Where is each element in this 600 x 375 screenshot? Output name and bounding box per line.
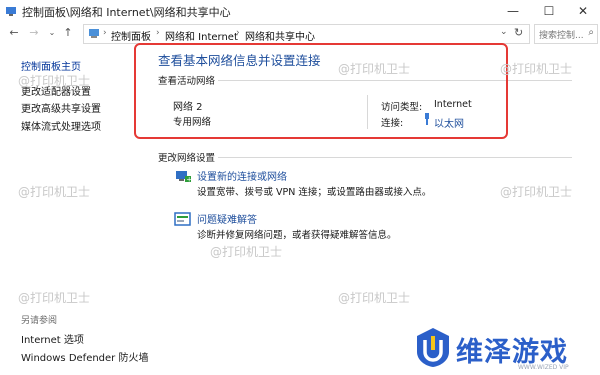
sidebar-item-home[interactable]: 控制面板主页 [21,58,81,73]
svg-text:+: + [186,176,192,184]
change-settings-label: 更改网络设置 [158,153,216,164]
brand-logo-icon [417,328,449,367]
divider [218,157,572,158]
breadcrumb-control-panel[interactable]: 控制面板 [111,28,151,43]
watermark: @打印机卫士 [18,291,91,305]
search-placeholder: 搜索控制... [539,31,584,41]
search-icon: ⌕ [588,27,594,38]
close-button[interactable]: ✕ [566,0,600,22]
watermark: @打印机卫士 [18,185,91,199]
watermark: @打印机卫士 [18,74,91,88]
brand-url: WWW.WIZED VIP [518,364,569,371]
troubleshoot-icon [174,212,191,226]
network-center-icon [6,7,16,16]
logo-overlay: 维泽游戏 WWW.WIZED VIP [410,322,600,375]
sidebar-item-streaming[interactable]: 媒体流式处理选项 [21,118,101,133]
watermark: @打印机卫士 [210,245,283,259]
watermark: @打印机卫士 [500,185,573,199]
troubleshoot-link[interactable]: 问题疑难解答 [197,211,257,226]
breadcrumb-network-internet[interactable]: 网络和 Internet [165,28,238,43]
forward-arrow-icon[interactable]: → [26,25,42,41]
up-arrow-icon[interactable]: ↑ [60,25,76,41]
window-title: 控制面板\网络和 Internet\网络和共享中心 [22,6,231,19]
recent-dropdown-icon[interactable]: ⌄ [44,25,60,41]
refresh-icon[interactable]: ↻ [514,26,523,39]
troubleshoot-desc: 诊断并修复网络问题，或者获得疑难解答信息。 [197,230,397,241]
setup-connection-desc: 设置宽带、拨号或 VPN 连接；或设置路由器或接入点。 [197,187,432,198]
highlight-box [134,43,508,139]
address-bar[interactable]: › 控制面板 › 网络和 Internet › 网络和共享中心 ⌄ ↻ [83,24,530,44]
control-panel-icon [89,29,99,38]
crumb-separator: › [156,28,160,38]
title-bar: 控制面板\网络和 Internet\网络和共享中心 — ☐ ✕ [0,0,600,22]
sidebar-item-sharing[interactable]: 更改高级共享设置 [21,100,101,115]
setup-connection-link[interactable]: 设置新的连接或网络 [197,168,287,183]
sidebar-item-internet-options[interactable]: Internet 选项 [21,331,84,346]
watermark: @打印机卫士 [338,62,411,76]
search-input[interactable]: 搜索控制... ⌕ [534,24,598,44]
watermark: @打印机卫士 [500,62,573,76]
minimize-button[interactable]: — [496,0,530,22]
address-dropdown-icon[interactable]: ⌄ [500,27,508,37]
maximize-button[interactable]: ☐ [532,0,566,22]
watermark: @打印机卫士 [338,291,411,305]
breadcrumb-sharing-center[interactable]: 网络和共享中心 [245,28,315,43]
crumb-separator: › [236,28,240,38]
crumb-separator: › [103,28,107,38]
back-arrow-icon[interactable]: ← [6,25,22,41]
see-also-label: 另请参阅 [21,316,58,326]
new-connection-icon: + [176,171,192,184]
sidebar-item-firewall[interactable]: Windows Defender 防火墙 [21,349,148,364]
